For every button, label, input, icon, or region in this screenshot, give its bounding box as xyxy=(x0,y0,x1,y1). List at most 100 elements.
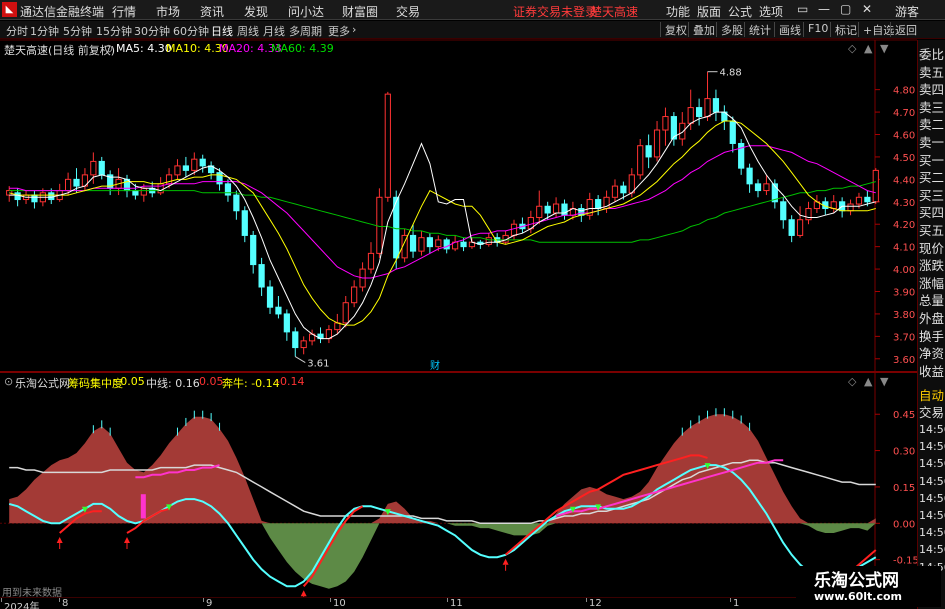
price-tick-label: 3.90 xyxy=(893,288,915,299)
candle-body xyxy=(830,201,837,210)
date-label: 12 xyxy=(589,598,602,609)
high-price-label: 4.88 xyxy=(720,68,742,79)
buy-arrow-icon xyxy=(502,558,509,565)
candle-body xyxy=(14,192,21,201)
moving-average-series xyxy=(9,111,876,340)
candle-body xyxy=(620,185,627,194)
price-tick-label: 4.00 xyxy=(893,265,915,276)
candle-body xyxy=(679,122,686,140)
side-panel-item[interactable]: 卖一 xyxy=(919,132,945,151)
indicator-axis: 0.45 0.30 0.15 0.00 -0.15 xyxy=(875,410,917,567)
side-panel-item[interactable]: 买四 xyxy=(919,202,945,221)
candle-body xyxy=(367,252,375,270)
buy-arrow-icon xyxy=(56,536,63,543)
candle-body xyxy=(653,129,661,158)
indicator-tick-label: 0.00 xyxy=(893,519,915,530)
candle-body xyxy=(292,331,299,349)
candle-body xyxy=(788,219,795,236)
date-tick xyxy=(586,598,587,602)
candle-body xyxy=(847,203,854,212)
candle-body xyxy=(544,205,551,214)
price-axis: 4.80 4.70 4.60 4.50 4.40 4.30 4.20 4.10 4.00 3.90… xyxy=(875,86,915,366)
side-panel-item[interactable]: 净资 xyxy=(919,343,945,362)
candle-body xyxy=(48,192,55,201)
candlestick-series xyxy=(6,71,879,357)
side-panel-item[interactable]: 总量 xyxy=(919,290,945,309)
candle-body xyxy=(729,120,736,144)
side-panel-item[interactable]: 买五 xyxy=(919,220,945,239)
ma10-line xyxy=(9,120,876,326)
ma5-line xyxy=(9,111,876,340)
candle-body xyxy=(536,205,543,218)
side-panel-item[interactable]: 外盘 xyxy=(919,308,945,327)
chart-canvas[interactable]: 4.80 4.70 4.60 4.50 4.40 4.30 4.20 4.10 4.00 3.90… xyxy=(0,0,917,597)
trade-time: 14:56 xyxy=(919,509,945,522)
candle-body xyxy=(805,208,812,221)
candle-body xyxy=(199,158,206,167)
candle-body xyxy=(31,194,38,203)
candle-body xyxy=(266,286,274,308)
low-price-label: 3.61 xyxy=(307,359,329,370)
indicator-tick-label: 0.45 xyxy=(893,410,915,421)
candle-body xyxy=(754,183,762,192)
side-panel-item[interactable]: 买二 xyxy=(919,167,945,186)
side-panel-item[interactable]: 买三 xyxy=(919,185,945,204)
date-tick xyxy=(59,598,60,602)
date-axis: 2024年 8 9 10 11 12 1 xyxy=(0,597,917,609)
candle-body xyxy=(485,237,492,245)
trade-tab[interactable]: 交易 xyxy=(919,402,944,421)
side-panel-item[interactable]: 买一 xyxy=(919,150,945,169)
watermark: 乐淘公式网 www.60lt.com xyxy=(796,566,941,607)
side-panel-item[interactable]: 收益 xyxy=(919,361,945,380)
side-panel-item[interactable]: 涨跌 xyxy=(919,255,945,274)
side-panel-item[interactable]: 涨幅 xyxy=(919,273,945,292)
price-tick-label: 4.40 xyxy=(893,175,915,186)
candle-body xyxy=(872,169,879,203)
candle-body xyxy=(595,199,602,210)
indicator-area-positive xyxy=(9,414,876,524)
price-tick-label: 4.60 xyxy=(893,131,915,142)
candle-body xyxy=(241,210,248,236)
candle-body xyxy=(561,203,568,216)
candle-body xyxy=(645,145,652,158)
price-tick-label: 4.30 xyxy=(893,198,915,209)
side-panel-item[interactable]: 卖五 xyxy=(919,62,945,81)
candle-body xyxy=(182,165,189,171)
candle-body xyxy=(216,172,223,185)
price-tick-label: 4.50 xyxy=(893,153,915,164)
low-marker-line xyxy=(295,356,306,363)
date-tick xyxy=(447,598,448,602)
candle-body xyxy=(250,234,257,266)
date-label: 1 xyxy=(733,598,740,609)
watermark-url: www.60lt.com xyxy=(814,590,903,603)
side-panel-item[interactable]: 卖四 xyxy=(919,79,945,98)
candle-body xyxy=(460,241,467,248)
candle-body xyxy=(611,185,619,198)
candle-body xyxy=(233,194,240,212)
side-panel-item[interactable]: 卖三 xyxy=(919,97,945,116)
candle-body xyxy=(90,160,97,176)
side-panel-item[interactable]: 现价 xyxy=(919,238,945,257)
side-panel-item[interactable]: 委比 xyxy=(919,44,945,63)
side-panel-item[interactable]: 换手 xyxy=(919,326,945,345)
candle-body xyxy=(435,239,442,248)
quote-side-panel: 委比 卖五 卖四 卖三 卖二 卖一 买一 买二 买三 买四 买五 现价 涨跌 涨幅 总量 外盘 换手 净资 收益 xyxy=(917,40,945,381)
buy-arrow-icon xyxy=(123,536,130,543)
candle-body xyxy=(384,93,391,198)
candle-body xyxy=(334,322,341,331)
candle-body xyxy=(687,107,694,124)
ma60-line xyxy=(9,181,876,243)
candle-body xyxy=(224,183,232,196)
trade-time: 14:56 xyxy=(919,491,945,505)
trade-time: 14:56 xyxy=(919,457,945,471)
candle-body xyxy=(376,196,383,254)
candle-body xyxy=(662,116,669,131)
side-panel-item[interactable]: 卖二 xyxy=(919,114,945,133)
price-tick-label: 4.70 xyxy=(893,108,915,119)
indicator-tick-label: -0.15 xyxy=(893,556,917,567)
price-tick-label: 4.80 xyxy=(893,86,915,97)
ma20-line xyxy=(9,145,876,279)
candle-body xyxy=(258,264,265,288)
price-tick-label: 4.20 xyxy=(893,220,915,231)
candle-body xyxy=(73,178,80,187)
